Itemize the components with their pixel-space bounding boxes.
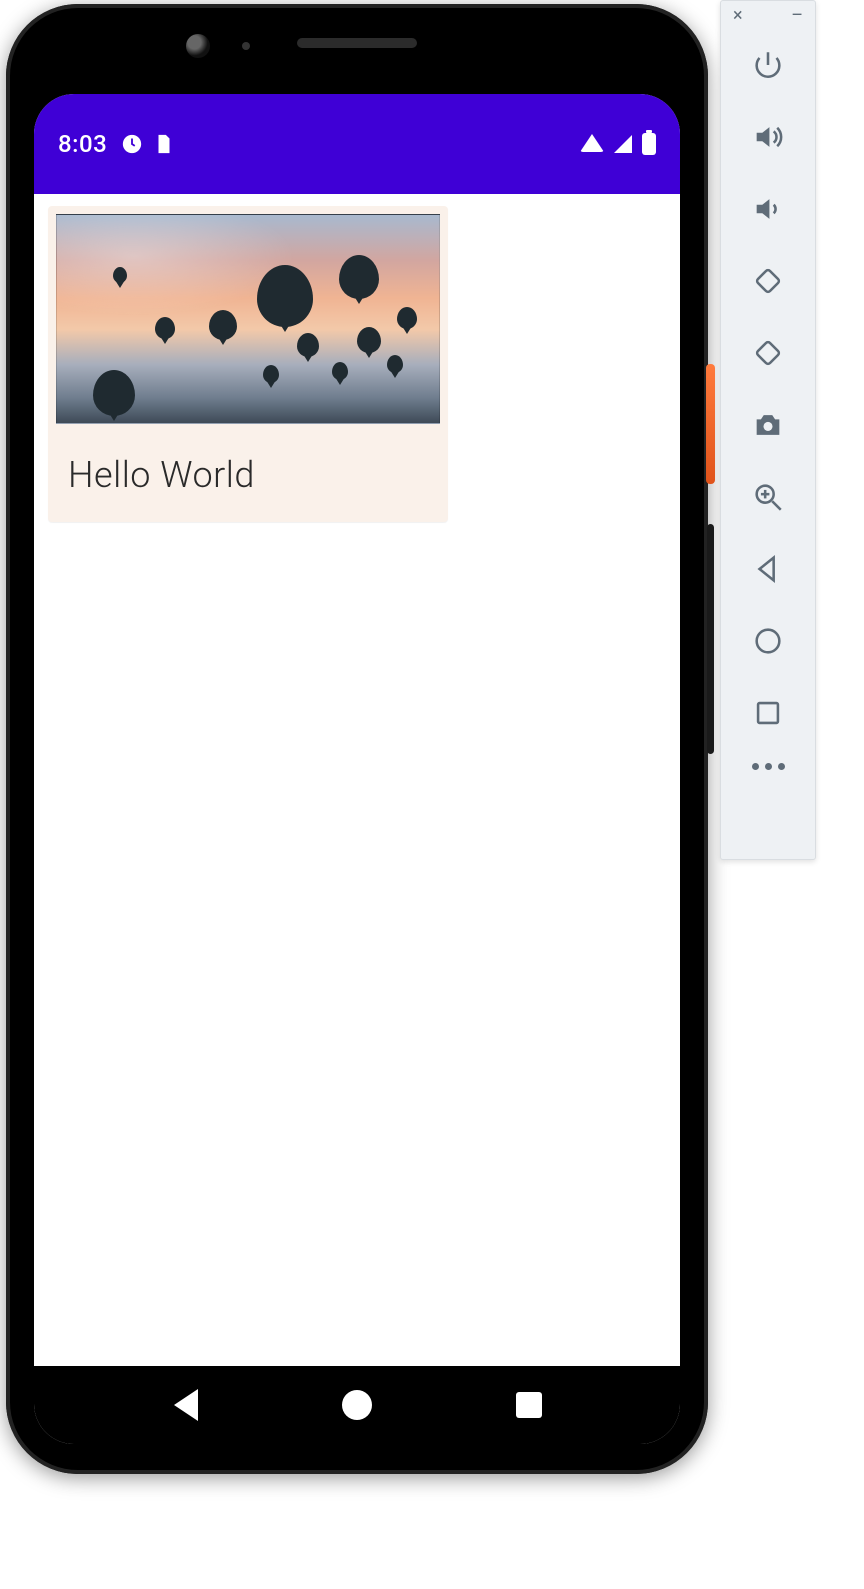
battery-icon [642, 133, 656, 155]
nav-back-button[interactable] [166, 1385, 206, 1425]
rotate-left-icon[interactable] [740, 253, 796, 309]
volume-up-icon[interactable] [740, 109, 796, 165]
nav-home-button[interactable] [337, 1385, 377, 1425]
front-camera [186, 34, 210, 58]
emulator-toolbar: × – [720, 0, 816, 860]
home-icon[interactable] [740, 613, 796, 669]
card-title: Hello World [56, 424, 440, 502]
app-content[interactable]: Hello World [34, 194, 680, 1366]
card-image [56, 214, 440, 424]
power-icon[interactable] [740, 37, 796, 93]
status-bar: 8:03 [34, 94, 680, 194]
zoom-icon[interactable] [740, 469, 796, 525]
device-screen: 8:03 [34, 94, 680, 1444]
back-triangle-icon [174, 1389, 198, 1421]
more-icon[interactable] [752, 763, 785, 770]
rotate-right-icon[interactable] [740, 325, 796, 381]
notification-icon [121, 133, 143, 155]
signal-icon [614, 135, 632, 153]
sensor-dot [242, 42, 250, 50]
volume-down-icon[interactable] [740, 181, 796, 237]
overview-icon[interactable] [740, 685, 796, 741]
window-close-button[interactable]: × [733, 7, 743, 25]
sim-icon [153, 133, 175, 155]
status-bar-left-icons [121, 133, 175, 155]
status-bar-right-icons [580, 133, 656, 155]
wifi-icon [580, 134, 604, 152]
device-bezel: 8:03 [24, 22, 690, 1456]
power-button-physical [706, 364, 715, 484]
card[interactable]: Hello World [48, 206, 448, 522]
navigation-bar [34, 1366, 680, 1444]
window-minimize-button[interactable]: – [791, 7, 803, 25]
back-icon[interactable] [740, 541, 796, 597]
recent-square-icon [516, 1392, 542, 1418]
nav-recent-button[interactable] [509, 1385, 549, 1425]
status-bar-clock: 8:03 [58, 130, 107, 158]
volume-rocker-physical [707, 524, 714, 754]
device-frame: 8:03 [6, 4, 708, 1474]
home-circle-icon [342, 1390, 372, 1420]
camera-icon[interactable] [740, 397, 796, 453]
emulator-window-controls: × – [721, 1, 815, 29]
earpiece [297, 38, 417, 48]
